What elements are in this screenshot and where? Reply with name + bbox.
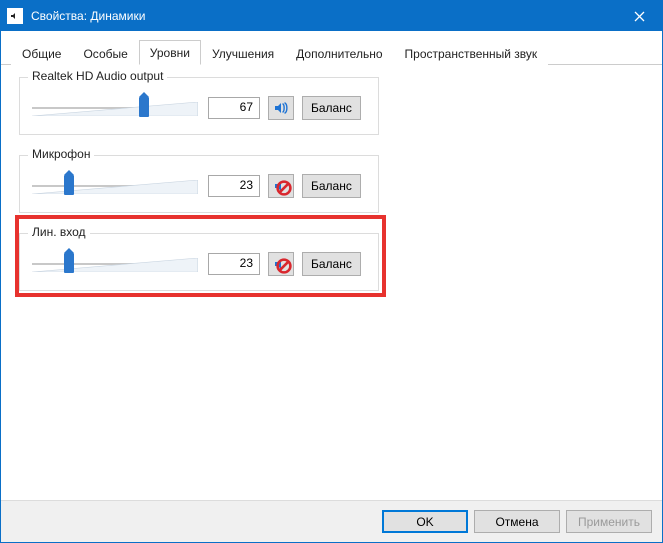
level-name: Микрофон [28, 147, 94, 161]
dialog-footer: OK Отмена Применить [1, 500, 662, 542]
no-symbol-icon [276, 258, 292, 274]
close-button[interactable] [616, 1, 662, 31]
mute-toggle[interactable] [268, 252, 294, 276]
level-name: Лин. вход [28, 225, 90, 239]
tab-advanced[interactable]: Дополнительно [285, 41, 393, 65]
slider-thumb[interactable] [64, 175, 74, 195]
mute-toggle[interactable] [268, 174, 294, 198]
balance-button[interactable]: Баланс [302, 96, 361, 120]
mute-toggle[interactable] [268, 96, 294, 120]
level-name: Realtek HD Audio output [28, 69, 167, 83]
volume-value[interactable]: 23 [208, 253, 260, 275]
slider-thumb[interactable] [139, 97, 149, 117]
tab-special[interactable]: Особые [72, 41, 138, 65]
volume-slider[interactable] [30, 96, 200, 120]
titlebar: Свойства: Динамики [1, 1, 662, 31]
ok-button[interactable]: OK [382, 510, 468, 533]
speaker-icon [7, 8, 23, 24]
tab-general[interactable]: Общие [11, 41, 72, 65]
cancel-button[interactable]: Отмена [474, 510, 560, 533]
volume-value[interactable]: 23 [208, 175, 260, 197]
speaker-icon [273, 100, 289, 116]
tab-levels[interactable]: Уровни [139, 40, 201, 65]
tabstrip: Общие Особые Уровни Улучшения Дополнител… [1, 31, 662, 65]
tab-enhancements[interactable]: Улучшения [201, 41, 285, 65]
no-symbol-icon [276, 180, 292, 196]
level-group-microphone: Микрофон 23 Баланс [19, 155, 379, 213]
window-title: Свойства: Динамики [31, 9, 616, 23]
slider-thumb[interactable] [64, 253, 74, 273]
volume-value[interactable]: 67 [208, 97, 260, 119]
level-group-linein: Лин. вход 23 Баланс [19, 233, 379, 291]
level-group-output: Realtek HD Audio output 67 Баланс [19, 77, 379, 135]
volume-slider[interactable] [30, 252, 200, 276]
tab-content: Realtek HD Audio output 67 Баланс Микроф… [1, 65, 662, 500]
volume-slider[interactable] [30, 174, 200, 198]
apply-button[interactable]: Применить [566, 510, 652, 533]
balance-button[interactable]: Баланс [302, 252, 361, 276]
balance-button[interactable]: Баланс [302, 174, 361, 198]
tab-spatial[interactable]: Пространственный звук [394, 41, 549, 65]
